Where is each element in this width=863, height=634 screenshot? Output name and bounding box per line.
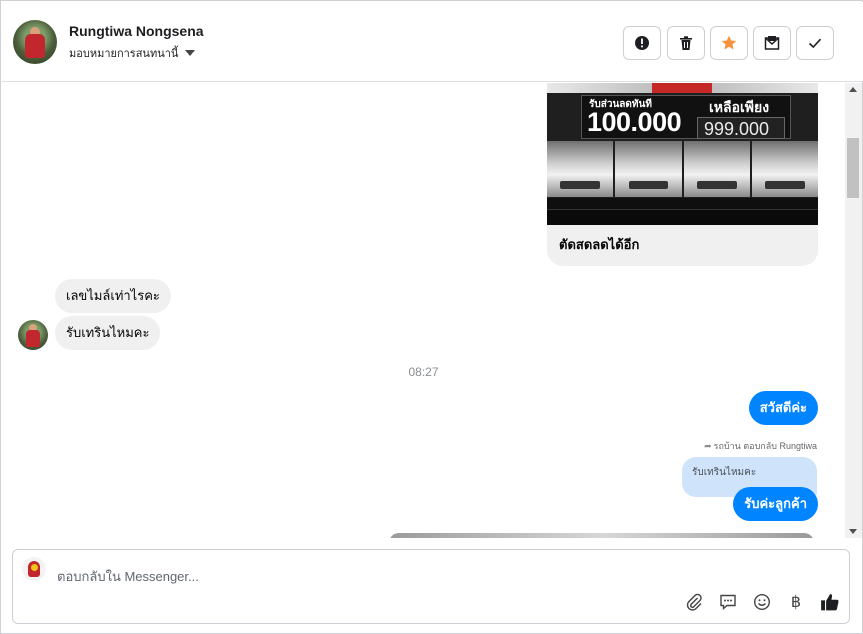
reply-arrow-icon: ➦	[704, 440, 712, 451]
reply-input[interactable]: ตอบกลับใน Messenger...	[57, 566, 199, 587]
ad-strip	[547, 198, 818, 209]
star-button[interactable]	[710, 26, 748, 60]
scroll-down-arrow-icon[interactable]	[849, 529, 857, 534]
outgoing-message[interactable]: สวัสดีค่ะ	[748, 391, 818, 425]
page-avatar	[22, 557, 46, 581]
paperclip-icon	[686, 593, 702, 611]
ad-price: 999.000	[704, 119, 770, 139]
speech-bubble-icon	[720, 594, 736, 611]
reply-note-text: รถบ้าน ตอบกลับ Rungtiwa	[713, 441, 817, 451]
contact-avatar[interactable]	[13, 20, 57, 64]
ad-footer	[547, 209, 818, 225]
alert-icon	[635, 36, 649, 50]
smiley-icon	[753, 593, 771, 611]
star-icon	[721, 35, 737, 50]
assign-conversation-dropdown[interactable]: มอบหมายการสนทนานี้	[69, 44, 196, 62]
ad-attachment-card[interactable]: รับส่วนลดทันที 100.000 เหลือเพียง 999.00…	[547, 83, 818, 266]
message-thread[interactable]: รับส่วนลดทันที 100.000 เหลือเพียง 999.00…	[2, 83, 845, 538]
message-timestamp: 08:27	[408, 365, 439, 379]
conversation-panel: Rungtiwa Nongsena มอบหมายการสนทนานี้ รับ…	[0, 0, 863, 634]
ad-price-box: 999.000	[697, 117, 785, 139]
trash-icon	[680, 36, 692, 50]
attach-button[interactable]	[683, 591, 705, 613]
car-photos	[547, 141, 818, 197]
baht-icon: ฿	[790, 594, 802, 611]
outgoing-message[interactable]: รับค่ะลูกค้า	[733, 487, 818, 521]
scrollbar-thumb[interactable]	[847, 138, 859, 198]
ad-remaining-label: เหลือเพียง	[709, 99, 770, 115]
contact-name[interactable]: Rungtiwa Nongsena	[69, 23, 204, 39]
caret-down-icon	[185, 50, 196, 56]
checkmark-icon	[808, 38, 822, 49]
reply-composer[interactable]: ตอบกลับใน Messenger... ฿	[12, 549, 850, 624]
reply-indicator: ➦ รถบ้าน ตอบกลับ Rungtiwa	[704, 439, 817, 453]
incoming-message[interactable]: รับเทรินไหมคะ	[55, 316, 161, 350]
ad-discount: 100.000	[587, 107, 682, 137]
composer-toolbar: ฿	[683, 591, 841, 613]
sender-avatar	[18, 320, 48, 350]
mark-done-button[interactable]	[796, 26, 834, 60]
assign-label: มอบหมายการสนทนานี้	[69, 48, 179, 60]
ad-image[interactable]: รับส่วนลดทันที 100.000 เหลือเพียง 999.00…	[547, 83, 818, 225]
payment-button[interactable]: ฿	[785, 591, 807, 613]
mark-spam-button[interactable]	[623, 26, 661, 60]
like-button[interactable]	[819, 591, 841, 613]
saved-replies-button[interactable]	[717, 591, 739, 613]
ad-caption: ตัดสดลดได้อีก	[559, 237, 640, 252]
image-attachment-partial[interactable]	[389, 533, 814, 538]
emoji-button[interactable]	[751, 591, 773, 613]
delete-button[interactable]	[667, 26, 705, 60]
mark-unread-button[interactable]	[753, 26, 791, 60]
thumbs-up-icon	[821, 594, 839, 611]
incoming-message[interactable]: เลขไมล์เท่าไรคะ	[55, 279, 171, 313]
scroll-up-arrow-icon[interactable]	[849, 87, 857, 92]
chat-scrollbar[interactable]	[845, 83, 862, 538]
conversation-header: Rungtiwa Nongsena มอบหมายการสนทนานี้	[2, 2, 863, 82]
envelope-icon	[764, 36, 780, 50]
